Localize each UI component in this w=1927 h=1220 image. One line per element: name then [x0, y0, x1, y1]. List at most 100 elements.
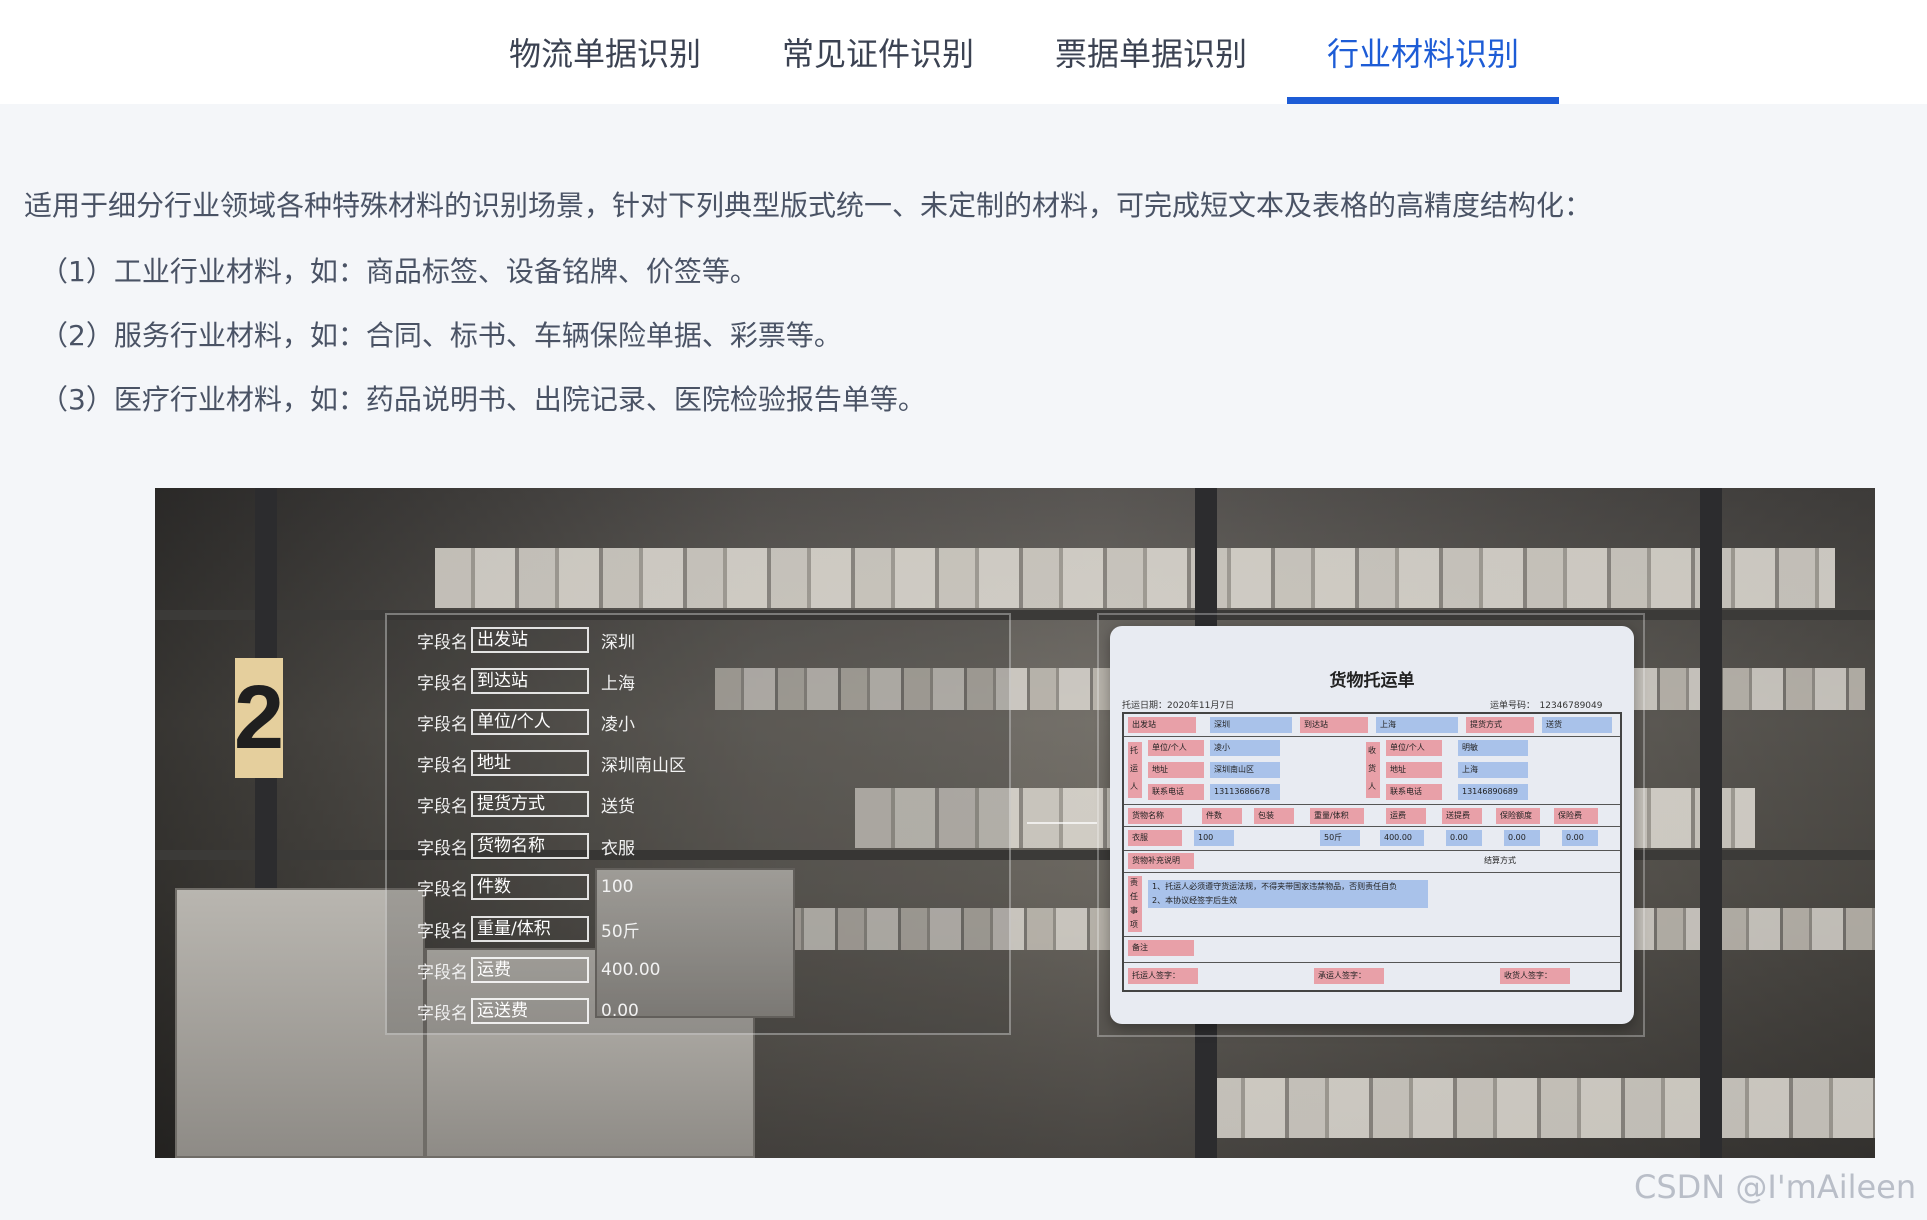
field-row: 字段名 运费 400.00 [417, 957, 660, 983]
signature-label: 承运人签字： [1314, 968, 1384, 984]
intro-text: 适用于细分行业领域各种特殊材料的识别场景，针对下列典型版式统一、未定制的材料，可… [24, 189, 1593, 222]
cell-label: 地址 [1148, 762, 1204, 778]
field-prefix: 字段名 [417, 755, 468, 776]
document-table: 出发站 深圳 到达站 上海 提货方式 送货 托运人 单位/个人 凌小 地址 深圳… [1122, 712, 1622, 992]
field-name: 到达站 [471, 668, 589, 694]
table-rule [1124, 804, 1620, 805]
field-name: 地址 [471, 750, 589, 776]
table-rule [1124, 826, 1620, 827]
cell-value: 深圳南山区 [1210, 762, 1280, 778]
table-rule [1124, 872, 1620, 873]
field-prefix: 字段名 [417, 796, 468, 817]
goods-value: 400.00 [1380, 830, 1424, 846]
shelf-upright [1700, 488, 1722, 1158]
cell-value: 上海 [1458, 762, 1528, 778]
cell-label: 联系电话 [1148, 784, 1204, 800]
tab-logistics-docs[interactable]: 物流单据识别 [485, 0, 725, 104]
table-rule [1124, 962, 1620, 963]
list-item: （1）工业行业材料，如：商品标签、设备铭牌、价签等。 [40, 255, 758, 288]
cell-label: 地址 [1386, 762, 1442, 778]
active-tab-indicator [1287, 97, 1559, 104]
field-name: 出发站 [471, 627, 589, 653]
field-value: 送货 [601, 796, 635, 817]
cell-label: 联系电话 [1386, 784, 1442, 800]
field-row: 字段名 出发站 深圳 [417, 627, 635, 653]
aisle-number-sign: 2 [234, 658, 284, 778]
field-name: 货物名称 [471, 833, 589, 859]
cell-label: 结算方式 [1484, 856, 1516, 865]
field-row: 字段名 单位/个人 凌小 [417, 709, 635, 735]
field-prefix: 字段名 [417, 879, 468, 900]
field-name: 单位/个人 [471, 709, 589, 735]
goods-header: 保险费 [1554, 808, 1598, 824]
goods-header: 货物名称 [1128, 808, 1182, 824]
field-name: 运费 [471, 957, 589, 983]
cell-value: 上海 [1376, 717, 1458, 733]
terms-label: 责任事项 [1128, 876, 1142, 932]
field-row: 字段名 到达站 上海 [417, 668, 635, 694]
goods-header: 送提费 [1442, 808, 1482, 824]
table-rule [1124, 850, 1620, 851]
tab-bar: 物流单据识别 常见证件识别 票据单据识别 行业材料识别 [0, 0, 1927, 104]
cell-value: 13113686678 [1210, 784, 1280, 800]
hero-illustration: 2 字段名 出发站 深圳 字段名 到达站 上海 字段名 单位/个人 凌小 字段名… [155, 488, 1875, 1158]
goods-value: 100 [1194, 830, 1234, 846]
goods-value: 0.00 [1562, 830, 1598, 846]
field-prefix: 字段名 [417, 1003, 468, 1024]
goods-value: 衣服 [1128, 830, 1182, 846]
field-row: 字段名 运送费 0.00 [417, 998, 639, 1024]
field-name: 运送费 [471, 998, 589, 1024]
tab-common-ids[interactable]: 常见证件识别 [758, 0, 998, 104]
tab-label: 行业材料识别 [1326, 35, 1519, 73]
field-row: 字段名 货物名称 衣服 [417, 833, 635, 859]
field-name: 重量/体积 [471, 916, 589, 942]
table-rule [1124, 736, 1620, 737]
field-prefix: 字段名 [417, 714, 468, 735]
field-prefix: 字段名 [417, 962, 468, 983]
cell-label: 提货方式 [1466, 717, 1534, 733]
field-value: 400.00 [601, 960, 661, 980]
field-row: 字段名 重量/体积 50斤 [417, 916, 640, 942]
tab-receipt-docs[interactable]: 票据单据识别 [1031, 0, 1271, 104]
cell-label: 到达站 [1300, 717, 1368, 733]
field-row: 字段名 地址 深圳南山区 [417, 750, 686, 776]
tab-label: 物流单据识别 [508, 35, 701, 73]
field-value: 上海 [601, 673, 635, 694]
document-number: 运单号码： 12346789049 [1490, 701, 1603, 711]
goods-value: 0.00 [1504, 830, 1540, 846]
cell-value: 13146890689 [1458, 784, 1528, 800]
field-value: 衣服 [601, 838, 635, 859]
field-value: 凌小 [601, 714, 635, 735]
field-value: 0.00 [601, 1001, 639, 1021]
field-name: 提货方式 [471, 791, 589, 817]
signature-label: 托运人签字： [1128, 968, 1198, 984]
goods-header: 运费 [1386, 808, 1426, 824]
goods-value: 50斤 [1320, 830, 1360, 846]
shelf-boxes [1205, 1078, 1875, 1138]
cell-label: 单位/个人 [1386, 740, 1442, 756]
goods-value: 0.00 [1446, 830, 1482, 846]
field-prefix: 字段名 [417, 838, 468, 859]
tab-label: 票据单据识别 [1054, 35, 1247, 73]
cell-label: 备注 [1128, 940, 1194, 956]
cell-label: 出发站 [1128, 717, 1196, 733]
goods-header: 重量/体积 [1310, 808, 1364, 824]
receiver-label: 收货人 [1366, 742, 1380, 798]
field-prefix: 字段名 [417, 632, 468, 653]
field-name: 件数 [471, 874, 589, 900]
list-item: （2）服务行业材料，如：合同、标书、车辆保险单据、彩票等。 [40, 319, 842, 352]
cell-value: 凌小 [1210, 740, 1280, 756]
field-row: 字段名 件数 100 [417, 874, 633, 900]
goods-header: 件数 [1202, 808, 1242, 824]
shelf-boxes [435, 548, 1835, 608]
terms-line: 2、本协议经签字后生效 [1148, 894, 1428, 908]
field-row: 字段名 提货方式 送货 [417, 791, 635, 817]
cell-value: 送货 [1542, 717, 1612, 733]
shipper-label: 托运人 [1128, 742, 1142, 798]
field-value: 深圳南山区 [601, 755, 686, 776]
tab-industry-materials[interactable]: 行业材料识别 [1287, 0, 1559, 104]
field-prefix: 字段名 [417, 921, 468, 942]
cell-value: 明敏 [1458, 740, 1528, 756]
document-date: 托运日期：2020年11月7日 [1122, 701, 1235, 711]
field-prefix: 字段名 [417, 673, 468, 694]
